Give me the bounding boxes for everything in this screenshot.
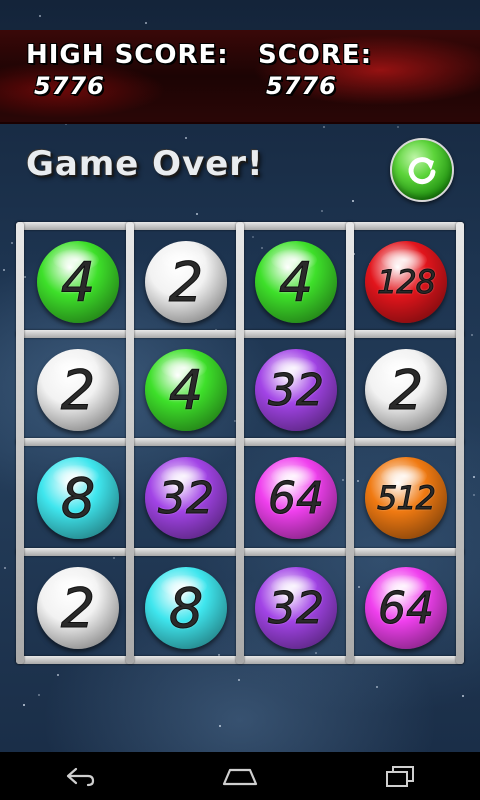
tile-cell: 2 xyxy=(354,338,458,442)
game-over-message: Game Over! xyxy=(26,144,264,184)
tile-cell: 32 xyxy=(244,338,348,442)
game-board: 4 2 4 128 2 4 32 2 8 32 64 512 2 8 32 64 xyxy=(16,222,464,664)
tile-cell: 64 xyxy=(244,446,348,550)
star xyxy=(473,476,475,478)
star xyxy=(471,334,473,336)
star xyxy=(238,679,240,681)
tile-value: 64 xyxy=(378,582,435,634)
star xyxy=(397,126,399,128)
restart-arrow-icon xyxy=(408,157,436,185)
tile-ball-512: 512 xyxy=(365,457,447,539)
tile-value: 32 xyxy=(158,472,215,524)
tile-cell: 4 xyxy=(134,338,238,442)
tile-value: 2 xyxy=(60,358,96,422)
tile-ball-4: 4 xyxy=(255,241,337,323)
score-label: SCORE: xyxy=(258,40,373,70)
tile-ball-64: 64 xyxy=(255,457,337,539)
star xyxy=(196,213,198,215)
star xyxy=(11,242,13,244)
tile-ball-4: 4 xyxy=(37,241,119,323)
tile-ball-2: 2 xyxy=(365,349,447,431)
tile-value: 32 xyxy=(268,364,325,416)
star xyxy=(185,137,187,139)
tile-value: 4 xyxy=(60,250,96,314)
high-score-label: HIGH SCORE: xyxy=(26,40,229,70)
tile-ball-32: 32 xyxy=(145,457,227,539)
star xyxy=(145,22,147,24)
tile-cell: 4 xyxy=(26,230,130,334)
back-arrow-icon xyxy=(66,767,95,787)
tile-ball-8: 8 xyxy=(145,567,227,649)
nav-recents-button[interactable] xyxy=(370,760,430,792)
tile-cell: 128 xyxy=(354,230,458,334)
tile-ball-64: 64 xyxy=(365,567,447,649)
tile-value: 32 xyxy=(268,582,325,634)
star xyxy=(462,695,464,697)
tile-value: 4 xyxy=(278,250,314,314)
tile-ball-2: 2 xyxy=(145,241,227,323)
star xyxy=(57,674,59,676)
star xyxy=(38,694,40,696)
star xyxy=(39,15,41,17)
tile-value: 2 xyxy=(388,358,424,422)
tile-ball-4: 4 xyxy=(145,349,227,431)
star xyxy=(323,126,325,128)
tile-cell: 32 xyxy=(134,446,238,550)
tile-cell: 4 xyxy=(244,230,348,334)
tile-ball-2: 2 xyxy=(37,567,119,649)
recent-apps-icon xyxy=(386,766,414,787)
tile-cell: 32 xyxy=(244,556,348,660)
star xyxy=(321,210,323,212)
star xyxy=(219,725,221,727)
score-header: HIGH SCORE: 5776 SCORE: 5776 xyxy=(0,30,480,124)
star xyxy=(376,686,378,688)
tile-cell: 512 xyxy=(354,446,458,550)
score-value: 5776 xyxy=(266,72,337,100)
tile-value: 8 xyxy=(60,466,96,530)
tile-value: 8 xyxy=(168,576,204,640)
tile-cell: 8 xyxy=(134,556,238,660)
star xyxy=(3,269,5,271)
tile-value: 512 xyxy=(376,479,436,518)
tile-cell: 2 xyxy=(26,338,130,442)
star xyxy=(23,704,25,706)
restart-button[interactable] xyxy=(390,138,454,202)
tile-ball-128: 128 xyxy=(365,241,447,323)
star xyxy=(352,200,354,202)
tile-ball-32: 32 xyxy=(255,567,337,649)
tile-cell: 2 xyxy=(26,556,130,660)
tile-value: 4 xyxy=(168,358,204,422)
tile-value: 2 xyxy=(60,576,96,640)
grid-line xyxy=(16,222,24,664)
tile-cell: 64 xyxy=(354,556,458,660)
android-nav-bar xyxy=(0,752,480,800)
tile-value: 64 xyxy=(268,472,325,524)
tile-ball-8: 8 xyxy=(37,457,119,539)
tile-value: 2 xyxy=(168,250,204,314)
star xyxy=(4,567,6,569)
high-score-value: 5776 xyxy=(34,72,105,100)
tile-value: 128 xyxy=(376,263,436,302)
tile-cell: 2 xyxy=(134,230,238,334)
tile-ball-2: 2 xyxy=(37,349,119,431)
nav-home-button[interactable] xyxy=(210,760,270,792)
nav-back-button[interactable] xyxy=(50,760,110,792)
star xyxy=(473,494,475,496)
tile-cell: 8 xyxy=(26,446,130,550)
home-icon xyxy=(222,768,258,786)
tile-ball-32: 32 xyxy=(255,349,337,431)
